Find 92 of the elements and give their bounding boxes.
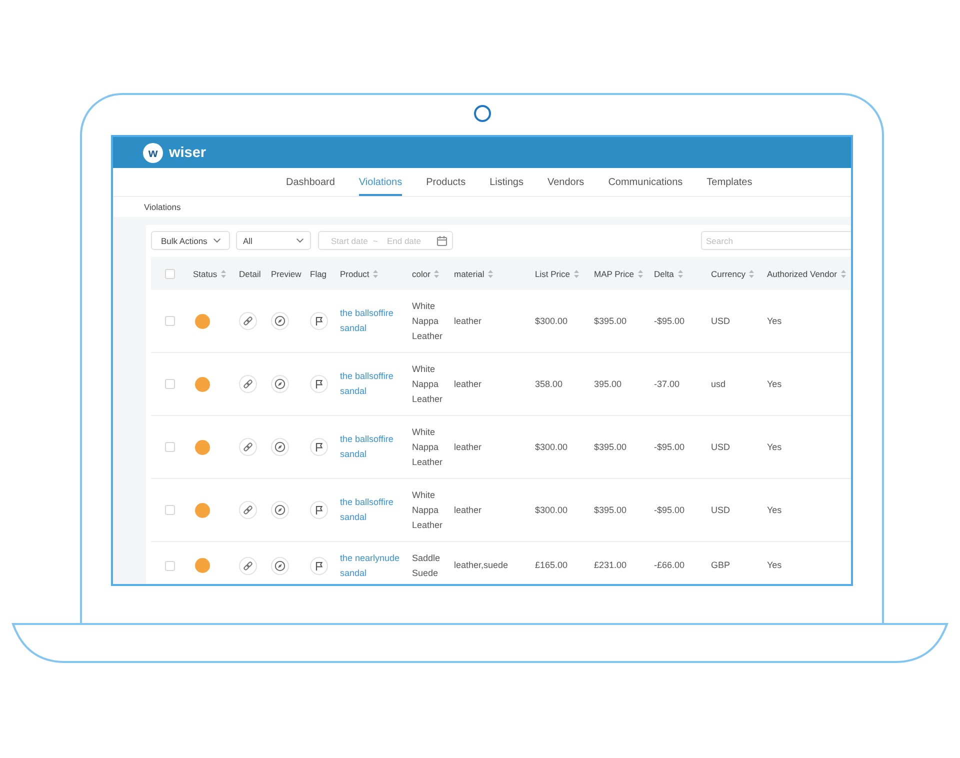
link-icon[interactable] [239,438,257,456]
table-cell-text: leather,suede [454,559,508,572]
table-cell-text: Yes [767,559,782,572]
table-cell-text: -$95.00 [654,440,685,454]
app-name: wiser [169,144,206,160]
nav-tab[interactable]: Vendors [547,168,584,196]
table-cell-text: GBP [711,559,730,572]
table-cell-text: -£66.00 [654,559,685,572]
checkbox[interactable] [165,379,175,389]
table-cell-text: Saddle Suede [412,552,442,580]
filter-dropdown[interactable]: All [236,231,311,250]
product-link[interactable]: the nearlynude sandal [340,550,404,580]
table-cell-text: $395.00 [594,440,627,454]
table-cell-text: Yes [767,504,782,516]
table-cell-text: usd [711,378,726,390]
logo-mark: w [143,142,163,162]
compass-icon[interactable] [271,375,289,393]
search-field[interactable]: Search [701,231,851,250]
table-cell-text: -$95.00 [654,504,685,516]
checkbox[interactable] [165,442,175,452]
nav-tab[interactable]: Templates [706,168,752,196]
flag-icon[interactable] [310,438,328,456]
column-header[interactable]: Delta [654,268,674,278]
checkbox[interactable] [165,268,175,278]
table-cell-text: Yes [767,440,782,454]
column-header[interactable]: List Price [535,268,570,278]
range-separator: ~ [373,236,378,246]
nav-tab[interactable]: Dashboard [286,168,335,196]
link-icon[interactable] [239,556,257,574]
table-cell-text: Yes [767,314,782,328]
table-cell-text: leather [454,504,482,516]
table-cell-text: $300.00 [535,440,568,454]
table-cell-text: £231.00 [594,559,627,572]
table-cell-text: USD [711,440,730,454]
table-cell-text: $300.00 [535,314,568,328]
table-cell-text: USD [711,314,730,328]
flag-icon[interactable] [310,375,328,393]
breadcrumb: Violations [144,202,181,212]
table-cell-text: £165.00 [535,559,568,572]
chevron-down-icon [213,238,222,243]
end-date-input[interactable]: End date [386,234,425,246]
column-header: Flag [310,268,327,278]
calendar-icon[interactable] [437,236,447,246]
table-cell-text: Yes [767,378,782,390]
table-cell-text: leather [454,440,482,454]
webcam-icon [474,105,490,122]
compass-icon[interactable] [271,438,289,456]
table-cell-text: $300.00 [535,504,568,516]
link-icon[interactable] [239,312,257,330]
nav-tab[interactable]: Communications [608,168,683,196]
table-cell-text: -37.00 [654,378,680,390]
table-cell-text: White Nappa Leather [412,362,444,406]
table-cell-text: White Nappa Leather [412,488,444,532]
link-icon[interactable] [239,501,257,519]
table-cell-text: White Nappa Leather [412,426,444,468]
product-link[interactable]: the ballsoffire sandal [340,306,404,336]
start-date-input[interactable]: Start date [331,234,369,246]
column-header[interactable]: Product [340,268,370,278]
table-cell-text: $395.00 [594,314,627,328]
column-header[interactable]: Status [193,268,218,278]
column-header[interactable]: Currency [711,268,746,278]
table-cell-text: 358.00 [535,378,563,390]
compass-icon[interactable] [271,556,289,574]
compass-icon[interactable] [271,312,289,330]
table-cell-text: leather [454,314,482,328]
link-icon[interactable] [239,375,257,393]
flag-icon[interactable] [310,501,328,519]
column-header[interactable]: color [412,268,430,278]
compass-icon[interactable] [271,501,289,519]
flag-icon[interactable] [310,312,328,330]
product-link[interactable]: the ballsoffire sandal [340,369,404,399]
column-header[interactable]: Authorized Vendor [767,268,837,278]
chevron-down-icon [296,238,304,243]
column-header: Detail [239,268,261,278]
column-header: Preview [271,268,302,278]
table-cell-text: $395.00 [594,504,627,516]
flag-icon[interactable] [310,556,328,574]
checkbox[interactable] [165,316,175,326]
checkbox[interactable] [165,505,175,515]
product-link[interactable]: the ballsoffire sandal [340,432,404,462]
checkbox[interactable] [165,560,175,570]
table-cell-text: leather [454,378,482,390]
nav-tab[interactable]: Products [426,168,466,196]
table-cell-text: -$95.00 [654,314,685,328]
table-cell-text: USD [711,504,730,516]
product-link[interactable]: the ballsoffire sandal [340,495,404,525]
column-header[interactable]: material [454,268,484,278]
nav-tab[interactable]: Listings [490,168,524,196]
table-cell-text: White Nappa Leather [412,300,444,342]
bulk-actions-button[interactable]: Bulk Actions [151,231,230,250]
table-cell-text: 395.00 [594,378,622,390]
column-header[interactable]: MAP Price [594,268,634,278]
